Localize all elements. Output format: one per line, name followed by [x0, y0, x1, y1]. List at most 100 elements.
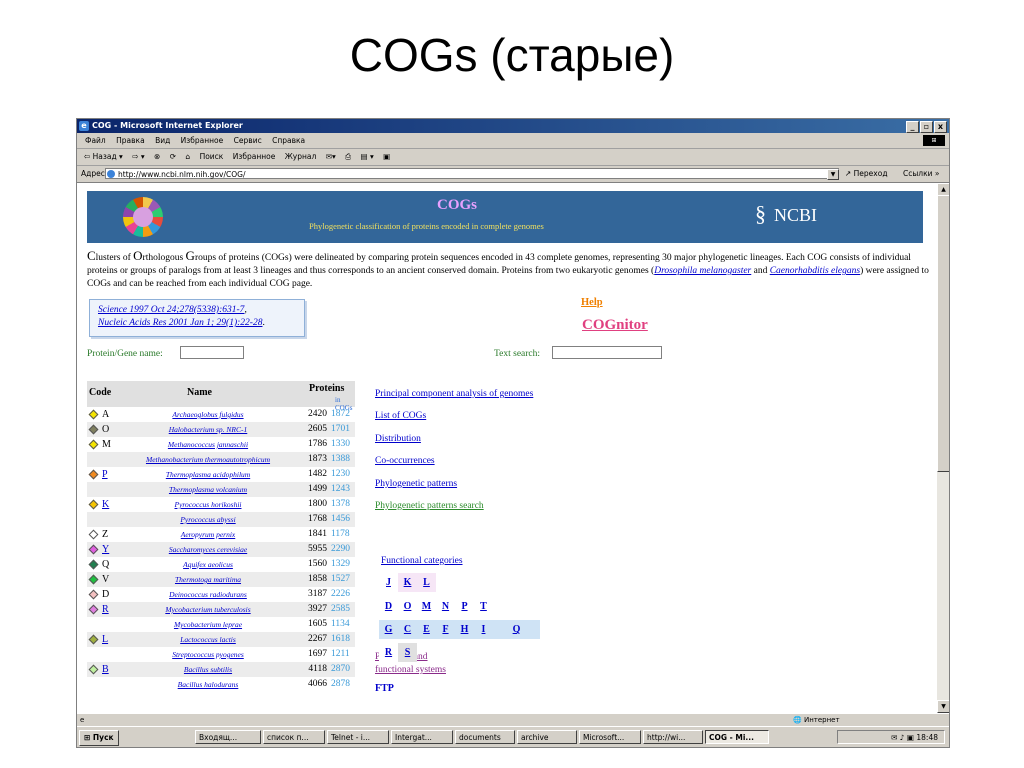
drosophila-link[interactable]: Drosophila melanogaster — [654, 266, 751, 276]
genome-name-link[interactable]: Aeropyrum pernix — [119, 527, 297, 542]
genome-name-link[interactable]: Halobacterium sp. NRC-1 — [119, 422, 297, 437]
genome-code-letter[interactable]: K — [102, 499, 109, 510]
category-D[interactable]: D — [379, 597, 398, 616]
genome-name-link[interactable]: Mycobacterium leprae — [119, 617, 297, 632]
genome-name-link[interactable]: Pyrococcus abyssi — [119, 512, 297, 527]
genome-name-link[interactable]: Mycobacterium tuberculosis — [119, 602, 297, 617]
menu-file[interactable]: Файл — [85, 133, 106, 148]
category-F[interactable]: F — [436, 620, 455, 639]
genome-code-letter[interactable]: B — [102, 664, 109, 675]
category-E[interactable]: E — [417, 620, 436, 639]
phylogenetic-patterns-search-link[interactable]: Phylogenetic patterns search — [375, 501, 484, 511]
genome-name-link[interactable]: Archaeoglobus fulgidus — [119, 407, 297, 422]
genome-name-link[interactable]: Streptococcus pyogenes — [119, 647, 297, 662]
category-O[interactable]: O — [398, 597, 417, 616]
category-C[interactable]: C — [398, 620, 417, 639]
category-P[interactable]: P — [455, 597, 474, 616]
list-of-cogs-link[interactable]: List of COGs — [375, 411, 426, 421]
genome-code-letter[interactable]: L — [102, 634, 108, 645]
category-H[interactable]: H — [455, 620, 474, 639]
text-search-input[interactable] — [552, 346, 662, 359]
celegans-link[interactable]: Caenorhabditis elegans — [770, 266, 860, 276]
genome-name-link[interactable]: Thermotoga maritima — [119, 572, 297, 587]
menu-edit[interactable]: Правка — [116, 133, 145, 148]
category-K[interactable]: K — [398, 573, 417, 592]
vertical-scrollbar[interactable]: ▲ ▼ — [937, 183, 949, 713]
genome-name-link[interactable]: Methanococcus jannaschii — [119, 437, 297, 452]
taskbar-task[interactable]: Intergat... — [391, 730, 453, 744]
category-J[interactable]: J — [379, 573, 398, 592]
print-icon[interactable]: ⎙ — [345, 149, 351, 165]
genome-name-link[interactable]: Bacillus halodurans — [119, 677, 297, 692]
category-T[interactable]: T — [474, 597, 493, 616]
ncbi-logo[interactable]: § NCBI — [755, 201, 817, 227]
taskbar-task[interactable]: Microsoft... — [579, 730, 641, 744]
scroll-down-icon[interactable]: ▼ — [937, 700, 949, 713]
functional-categories-link[interactable]: Functional categories — [381, 556, 463, 566]
pca-link[interactable]: Principal component analysis of genomes — [375, 389, 533, 399]
taskbar-task[interactable]: archive — [517, 730, 577, 744]
close-button[interactable]: x — [934, 121, 947, 133]
taskbar-task[interactable]: documents — [455, 730, 515, 744]
taskbar-task[interactable]: Входящ... — [195, 730, 261, 744]
co-occurrences-link[interactable]: Co-occurrences — [375, 456, 435, 466]
genome-name-link[interactable]: Methanobacterium thermoautotrophicum — [119, 452, 297, 467]
genome-name-link[interactable]: Thermoplasma acidophilum — [119, 467, 297, 482]
address-input[interactable]: http://www.ncbi.nlm.nih.gov/COG/ — [105, 168, 839, 179]
category-R[interactable]: R — [379, 643, 398, 662]
category-L[interactable]: L — [417, 573, 436, 592]
genome-name-link[interactable]: Saccharomyces cerevisiae — [119, 542, 297, 557]
genome-name-link[interactable]: Aquifex aeolicus — [119, 557, 297, 572]
category-S[interactable]: S — [398, 643, 417, 662]
category-G[interactable]: G — [379, 620, 398, 639]
taskbar-task[interactable]: http://wi... — [643, 730, 703, 744]
genome-code-letter[interactable]: Y — [102, 544, 109, 555]
category-N[interactable]: N — [436, 597, 455, 616]
genome-name-link[interactable]: Pyrococcus horikoshii — [119, 497, 297, 512]
menu-help[interactable]: Справка — [272, 133, 305, 148]
nar-reference-link[interactable]: Nucleic Acids Res 2001 Jan 1; 29(1):22-2… — [98, 318, 262, 328]
menu-tools[interactable]: Сервис — [234, 133, 262, 148]
taskbar-task[interactable]: Telnet - i... — [327, 730, 389, 744]
pathways-link-line2[interactable]: functional systems — [375, 665, 446, 675]
genome-name-link[interactable]: Deinococcus radiodurans — [119, 587, 297, 602]
distribution-link[interactable]: Distribution — [375, 434, 421, 444]
help-link[interactable]: Help — [581, 297, 603, 308]
home-icon[interactable]: ⌂ — [185, 149, 190, 165]
discuss-icon[interactable]: ▣ — [383, 149, 390, 165]
genome-name-link[interactable]: Bacillus subtilis — [119, 662, 297, 677]
links-button[interactable]: Ссылки » — [903, 166, 939, 182]
scroll-thumb[interactable] — [937, 195, 949, 472]
start-button[interactable]: ⊞ Пуск — [79, 730, 119, 746]
refresh-icon[interactable]: ⟳ — [170, 149, 176, 165]
menu-favorites[interactable]: Избранное — [181, 133, 224, 148]
go-button[interactable]: ↗ Переход — [845, 166, 888, 182]
taskbar-task[interactable]: список п... — [263, 730, 325, 744]
maximize-button[interactable]: ▫ — [920, 121, 933, 133]
in-cogs-count: 1329 — [331, 559, 350, 569]
back-button[interactable]: ⇦ Назад ▾ — [84, 149, 123, 165]
category-M[interactable]: M — [417, 597, 436, 616]
search-button[interactable]: Поиск — [200, 149, 224, 165]
forward-button[interactable]: ⇨ ▾ — [132, 149, 144, 165]
stop-icon[interactable]: ⊗ — [154, 149, 160, 165]
taskbar-task[interactable]: COG - Mi... — [705, 730, 769, 744]
genome-name-link[interactable]: Lactococcus lactis — [119, 632, 297, 647]
edit-icon[interactable]: ▤ ▾ — [361, 149, 374, 165]
history-button[interactable]: Журнал — [285, 149, 317, 165]
phylogenetic-patterns-link[interactable]: Phylogenetic patterns — [375, 479, 457, 489]
mail-icon[interactable]: ✉▾ — [326, 149, 336, 165]
protein-name-input[interactable] — [180, 346, 244, 359]
ftp-link[interactable]: FTP — [375, 683, 394, 694]
genome-code-letter[interactable]: R — [102, 604, 109, 615]
genome-code-letter[interactable]: P — [102, 469, 108, 480]
category-Q[interactable]: Q — [493, 620, 540, 639]
category-I[interactable]: I — [474, 620, 493, 639]
menu-view[interactable]: Вид — [155, 133, 170, 148]
cognitor-link[interactable]: COGnitor — [582, 317, 648, 334]
minimize-button[interactable]: _ — [906, 121, 919, 133]
science-reference-link[interactable]: Science 1997 Oct 24;278(5338):631-7 — [98, 305, 244, 315]
address-dropdown-icon[interactable]: ▼ — [827, 169, 839, 180]
favorites-button[interactable]: Избранное — [233, 149, 276, 165]
genome-name-link[interactable]: Thermoplasma volcanium — [119, 482, 297, 497]
